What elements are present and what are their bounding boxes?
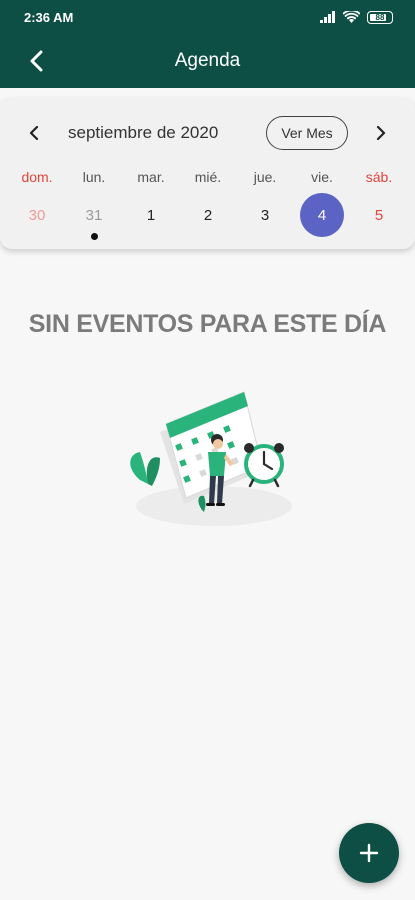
- status-bar: 2:36 AM 88: [0, 0, 415, 34]
- date-cell[interactable]: 2: [186, 193, 230, 237]
- wifi-icon: [343, 10, 360, 23]
- status-icons: 88: [320, 9, 393, 25]
- empty-state-title: SIN EVENTOS PARA ESTE DÍA: [28, 310, 387, 338]
- status-time: 2:36 AM: [24, 10, 74, 25]
- signal-icon: [320, 11, 335, 23]
- page-title: Agenda: [174, 50, 241, 71]
- month-label: septiembre de 2020: [68, 123, 219, 142]
- next-week-button[interactable]: [369, 121, 393, 145]
- date-cell-selected[interactable]: 4: [300, 193, 344, 237]
- plus-icon: [359, 843, 379, 863]
- chevron-right-icon: [376, 125, 386, 141]
- weekday-label: lun.: [82, 169, 106, 185]
- weekday-label: vie.: [311, 169, 333, 185]
- battery-level: 88: [375, 12, 385, 22]
- date-cell[interactable]: 1: [129, 193, 173, 237]
- date-cell[interactable]: 30: [15, 193, 59, 237]
- date-cell[interactable]: 5: [357, 193, 401, 237]
- week-calendar: septiembre de 2020 Ver Mes dom. lun. mar…: [0, 97, 415, 249]
- weekday-label: mié.: [194, 169, 222, 185]
- date-row: 30 31 1 2 3 4 5: [0, 193, 415, 240]
- weekday-label: sáb.: [365, 169, 393, 185]
- view-month-button[interactable]: Ver Mes: [266, 116, 348, 150]
- weekday-label: mar.: [137, 169, 165, 185]
- event-indicator-dot: [90, 233, 98, 240]
- app-bar: Agenda: [0, 34, 415, 88]
- calendar-person-illustration: [130, 391, 292, 526]
- chevron-left-icon: [29, 125, 39, 141]
- date-cell[interactable]: 31: [72, 193, 116, 237]
- add-event-button[interactable]: [339, 823, 399, 883]
- date-cell[interactable]: 3: [243, 193, 287, 237]
- weekday-label: dom.: [21, 169, 53, 185]
- previous-week-button[interactable]: [22, 121, 46, 145]
- battery-icon: 88: [367, 10, 393, 24]
- weekday-header: dom. lun. mar. mié. jue. vie. sáb.: [0, 169, 415, 189]
- weekday-label: jue.: [253, 169, 277, 185]
